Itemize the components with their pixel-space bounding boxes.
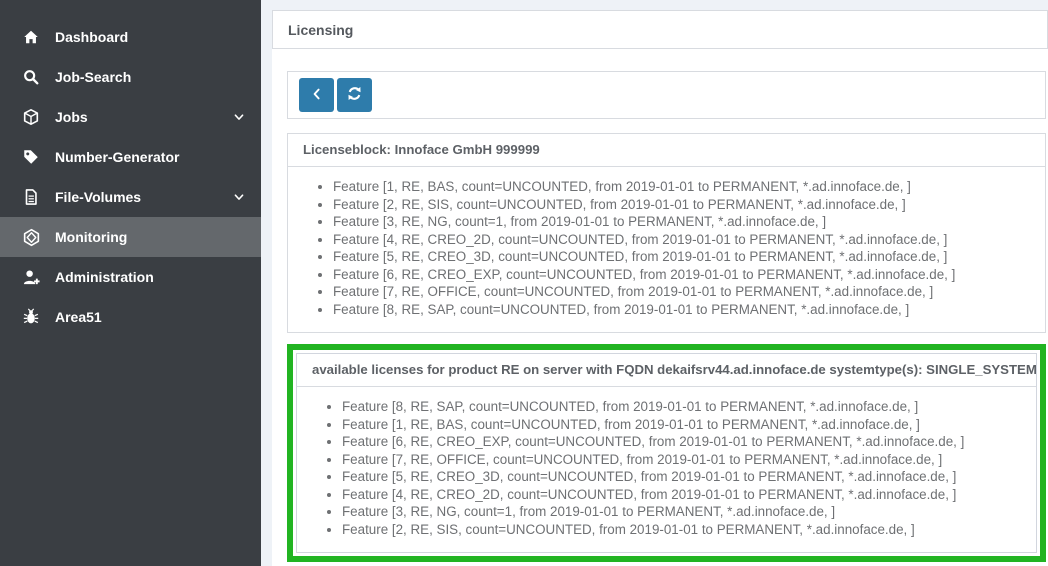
- sidebar-item-label: Jobs: [55, 109, 88, 125]
- sidebar-item-jobs[interactable]: Jobs: [0, 97, 261, 137]
- feature-item: Feature [8, RE, SAP, count=UNCOUNTED, fr…: [342, 398, 1021, 416]
- sidebar-item-label: Administration: [55, 269, 154, 285]
- sidebar-item-administration[interactable]: Administration: [0, 257, 261, 297]
- tag-icon: [21, 147, 41, 167]
- refresh-icon: [346, 85, 363, 105]
- feature-item: Feature [1, RE, BAS, count=UNCOUNTED, fr…: [333, 178, 1030, 196]
- available-licenses-feature-list: Feature [8, RE, SAP, count=UNCOUNTED, fr…: [312, 398, 1021, 538]
- cube-icon: [21, 107, 41, 127]
- feature-item: Feature [3, RE, NG, count=1, from 2019-0…: [342, 503, 1021, 521]
- search-icon: [21, 67, 41, 87]
- sidebar-item-monitoring[interactable]: Monitoring: [0, 217, 261, 257]
- chevron-down-icon[interactable]: [233, 111, 245, 123]
- sidebar-item-area51[interactable]: Area51: [0, 297, 261, 337]
- sidebar-item-label: Job-Search: [55, 69, 131, 85]
- page-title: Licensing: [288, 22, 353, 38]
- file-icon: [21, 187, 41, 207]
- licenseblock-card: Licenseblock: Innoface GmbH 999999 Featu…: [287, 133, 1046, 333]
- feature-item: Feature [4, RE, CREO_2D, count=UNCOUNTED…: [333, 231, 1030, 249]
- feature-item: Feature [2, RE, SIS, count=UNCOUNTED, fr…: [333, 196, 1030, 214]
- available-licenses-card: available licenses for product RE on ser…: [296, 353, 1037, 553]
- toolbar: [287, 71, 1046, 119]
- feature-item: Feature [2, RE, SIS, count=UNCOUNTED, fr…: [342, 521, 1021, 539]
- package-icon: [21, 227, 41, 247]
- licenseblock-card-title: Licenseblock: Innoface GmbH 999999: [288, 134, 1045, 167]
- available-licenses-card-title: available licenses for product RE on ser…: [297, 354, 1036, 387]
- sidebar-item-label: Dashboard: [55, 29, 128, 45]
- page-body: Licenseblock: Innoface GmbH 999999 Featu…: [272, 49, 1048, 562]
- feature-item: Feature [5, RE, CREO_3D, count=UNCOUNTED…: [333, 248, 1030, 266]
- feature-item: Feature [4, RE, CREO_2D, count=UNCOUNTED…: [342, 486, 1021, 504]
- user-plus-icon: [21, 267, 41, 287]
- refresh-button[interactable]: [337, 78, 372, 112]
- feature-item: Feature [5, RE, CREO_3D, count=UNCOUNTED…: [342, 468, 1021, 486]
- available-licenses-card-body: Feature [8, RE, SAP, count=UNCOUNTED, fr…: [297, 387, 1036, 552]
- licenseblock-card-body: Feature [1, RE, BAS, count=UNCOUNTED, fr…: [288, 167, 1045, 332]
- feature-item: Feature [3, RE, NG, count=1, from 2019-0…: [333, 213, 1030, 231]
- feature-item: Feature [7, RE, OFFICE, count=UNCOUNTED,…: [333, 283, 1030, 301]
- bug-icon: [21, 307, 41, 327]
- sidebar-item-job-search[interactable]: Job-Search: [0, 57, 261, 97]
- chevron-left-icon: [309, 86, 325, 105]
- feature-item: Feature [8, RE, SAP, count=UNCOUNTED, fr…: [333, 301, 1030, 319]
- page-title-bar: Licensing: [272, 10, 1048, 49]
- sidebar: Dashboard Job-Search Jobs Number-Generat…: [0, 0, 261, 566]
- feature-item: Feature [1, RE, BAS, count=UNCOUNTED, fr…: [342, 416, 1021, 434]
- main-content: Licensing Licenseblock: Innoface GmbH 99…: [272, 10, 1048, 566]
- feature-item: Feature [6, RE, CREO_EXP, count=UNCOUNTE…: [333, 266, 1030, 284]
- licenseblock-feature-list: Feature [1, RE, BAS, count=UNCOUNTED, fr…: [303, 178, 1030, 318]
- sidebar-item-file-volumes[interactable]: File-Volumes: [0, 177, 261, 217]
- chevron-down-icon[interactable]: [233, 191, 245, 203]
- available-licenses-highlight: available licenses for product RE on ser…: [287, 344, 1046, 562]
- feature-item: Feature [6, RE, CREO_EXP, count=UNCOUNTE…: [342, 433, 1021, 451]
- home-icon: [21, 27, 41, 47]
- sidebar-item-label: File-Volumes: [55, 189, 141, 205]
- sidebar-item-label: Number-Generator: [55, 149, 179, 165]
- sidebar-item-label: Monitoring: [55, 229, 127, 245]
- sidebar-item-number-generator[interactable]: Number-Generator: [0, 137, 261, 177]
- back-button[interactable]: [299, 78, 334, 112]
- feature-item: Feature [7, RE, OFFICE, count=UNCOUNTED,…: [342, 451, 1021, 469]
- sidebar-item-label: Area51: [55, 309, 102, 325]
- sidebar-item-dashboard[interactable]: Dashboard: [0, 17, 261, 57]
